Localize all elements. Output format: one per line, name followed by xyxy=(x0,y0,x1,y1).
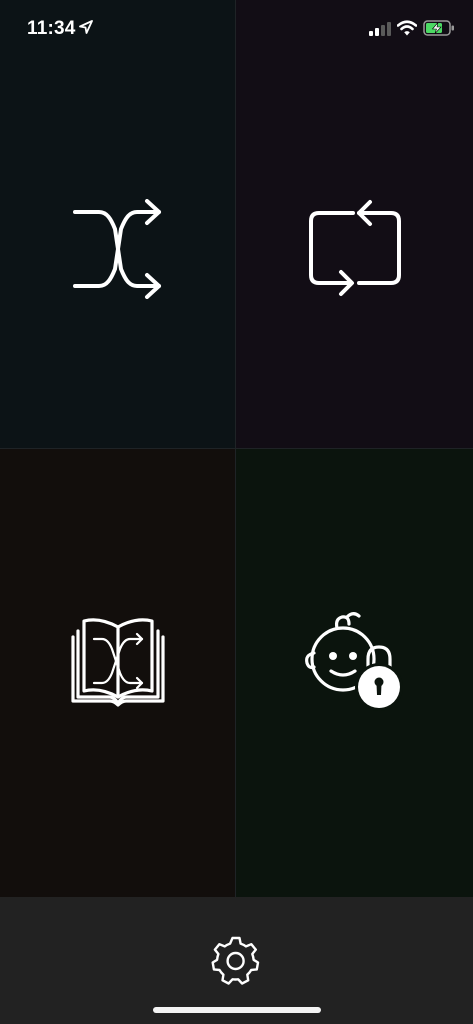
home-indicator xyxy=(153,1007,321,1013)
location-arrow-icon xyxy=(79,20,93,34)
kid-lock-tile[interactable] xyxy=(236,449,473,897)
gear-icon[interactable] xyxy=(211,935,261,985)
status-time: 11:34 xyxy=(27,18,76,39)
shuffle-icon xyxy=(72,199,161,299)
mode-grid xyxy=(0,0,473,897)
battery-charging-icon xyxy=(423,20,454,36)
shuffle-tile[interactable] xyxy=(0,0,236,449)
app-screen: 11:34 xyxy=(0,0,473,1024)
cellular-signal-icon xyxy=(369,22,391,36)
book-shuffle-icon xyxy=(70,618,165,707)
bottom-bar xyxy=(0,897,473,1024)
repeat-tile[interactable] xyxy=(236,0,473,449)
story-book-tile[interactable] xyxy=(0,449,236,897)
wifi-icon xyxy=(397,20,417,36)
status-bar: 11:34 xyxy=(0,0,473,56)
baby-lock-icon xyxy=(304,612,403,711)
repeat-icon xyxy=(308,200,401,296)
